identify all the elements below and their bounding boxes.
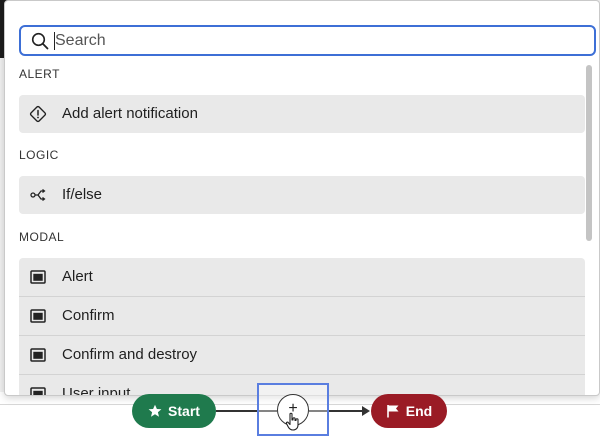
list-item-confirm[interactable]: Confirm <box>19 297 585 335</box>
end-node[interactable]: End <box>371 394 447 428</box>
modal-window-icon <box>29 346 47 364</box>
end-node-label: End <box>405 403 433 419</box>
flag-icon <box>386 404 400 418</box>
list-item-label: Confirm and destroy <box>62 346 198 363</box>
list-item-confirm-and-destroy[interactable]: Confirm and destroy <box>19 336 585 374</box>
search-icon <box>31 32 49 50</box>
list-item-label: Add alert notification <box>62 105 198 122</box>
start-node[interactable]: Start <box>132 394 216 428</box>
start-node-label: Start <box>168 403 200 419</box>
branch-icon <box>29 186 47 204</box>
list-item-label: If/else <box>62 186 103 203</box>
list-item-label: Alert <box>62 268 93 285</box>
star-icon <box>148 404 162 418</box>
modal-window-icon <box>29 307 47 325</box>
list-item-add-alert-notification[interactable]: Add alert notification <box>19 95 585 133</box>
search-field[interactable] <box>19 25 596 56</box>
search-input[interactable] <box>55 30 585 52</box>
list-item-label: Confirm <box>62 307 115 324</box>
hand-pointer-icon <box>285 412 299 431</box>
alert-diamond-icon <box>29 105 47 123</box>
modal-window-icon <box>29 385 47 395</box>
list-item-alert[interactable]: Alert <box>19 258 585 296</box>
arrow-head-icon <box>362 406 370 416</box>
section-label-logic: LOGIC <box>19 148 59 162</box>
scrollbar-thumb[interactable] <box>586 65 592 241</box>
text-caret <box>54 32 55 50</box>
section-label-alert: ALERT <box>19 67 60 81</box>
list-item-label: User input <box>62 385 131 395</box>
section-label-modal: MODAL <box>19 230 65 244</box>
list-item-if-else[interactable]: If/else <box>19 176 585 214</box>
action-picker-dropdown: ALERT Add alert notification LOGIC <box>4 0 600 396</box>
action-list[interactable]: ALERT Add alert notification LOGIC If/el… <box>5 59 595 395</box>
modal-window-icon <box>29 268 47 286</box>
